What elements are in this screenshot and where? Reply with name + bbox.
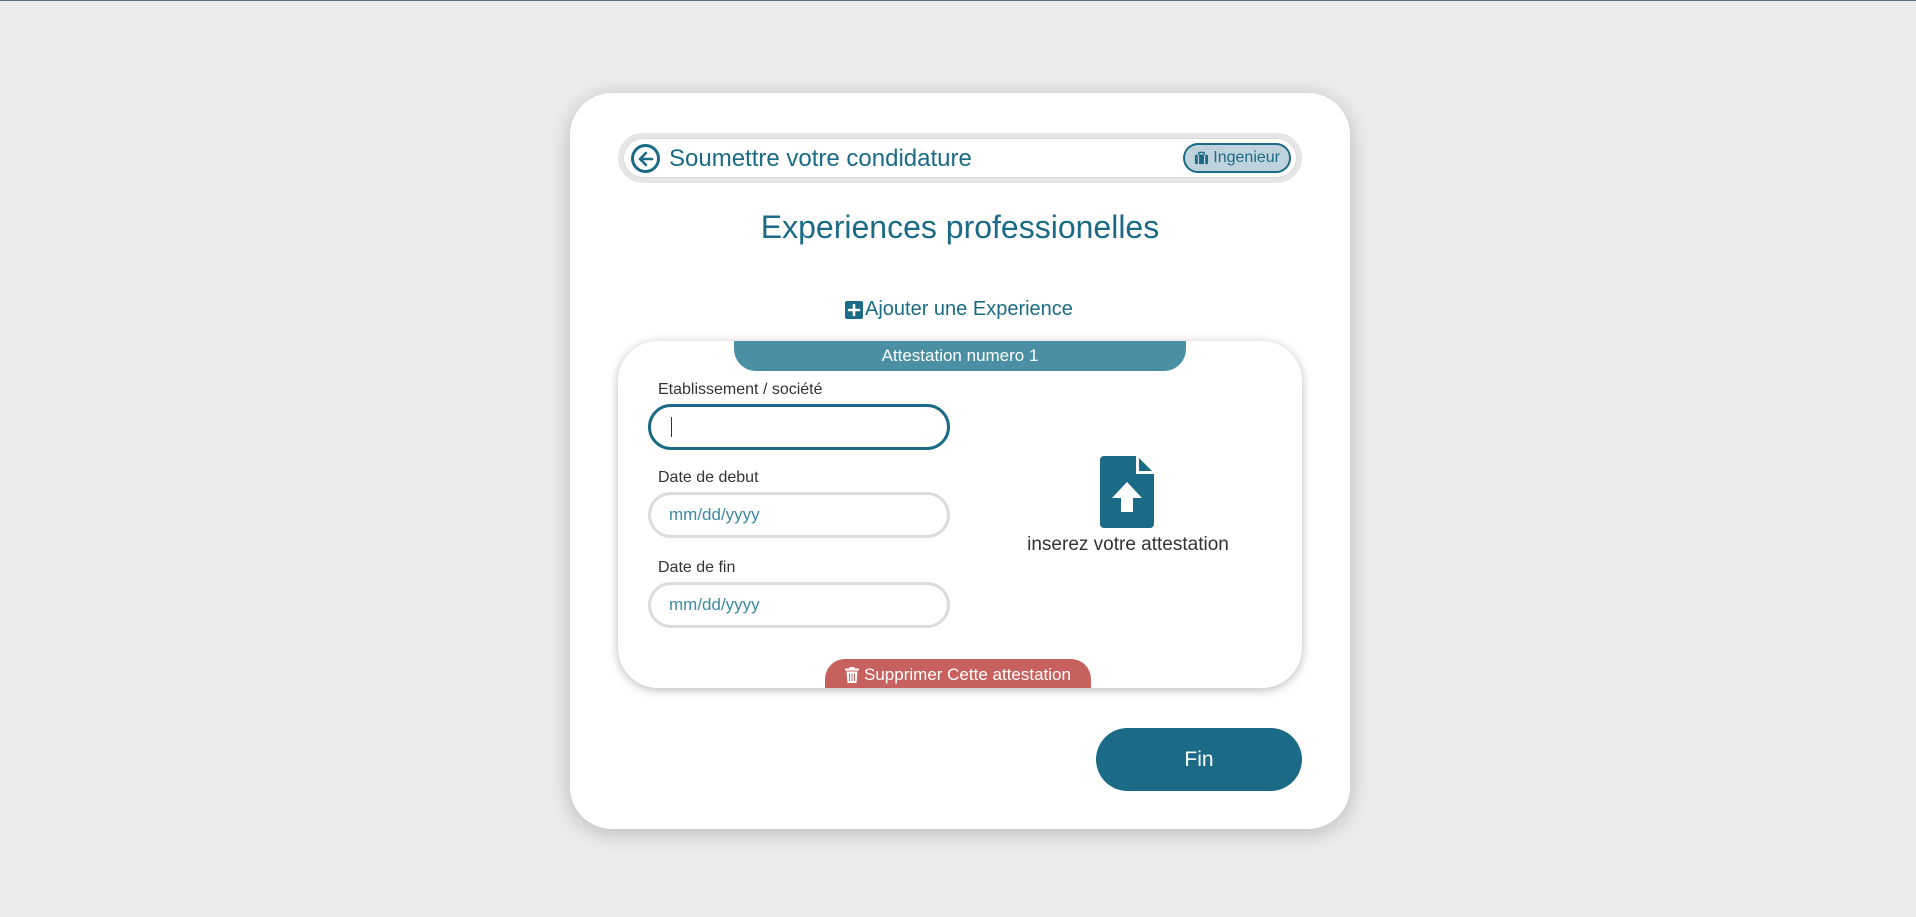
add-experience-label: Ajouter une Experience	[865, 298, 1073, 320]
experience-card: Attestation numero 1 Etablissement / soc…	[618, 341, 1302, 688]
establishment-input[interactable]	[648, 404, 950, 450]
attestation-tab: Attestation numero 1	[734, 341, 1186, 371]
establishment-label: Etablissement / société	[658, 381, 823, 398]
finish-button[interactable]: Fin	[1096, 728, 1302, 791]
arrow-left-icon	[638, 151, 653, 166]
delete-label: Supprimer Cette attestation	[864, 665, 1071, 684]
trash-icon	[845, 667, 860, 683]
role-badge-label: Ingenieur	[1213, 149, 1280, 166]
back-button[interactable]	[631, 144, 660, 173]
end-date-input[interactable]: mm/dd/yyyy	[648, 582, 950, 628]
briefcase-icon	[1195, 151, 1209, 164]
page-title: Soumettre votre condidature	[669, 145, 972, 172]
plus-square-icon	[845, 300, 863, 319]
upload-attestation-area[interactable]: inserez votre attestation	[998, 456, 1258, 556]
delete-attestation-button[interactable]: Supprimer Cette attestation	[825, 659, 1091, 688]
add-experience-button[interactable]: Ajouter une Experience	[845, 298, 1073, 321]
start-date-label: Date de debut	[658, 469, 759, 486]
role-badge: Ingenieur	[1183, 143, 1291, 173]
section-title: Experiences professionelles	[760, 209, 1160, 245]
end-date-label: Date de fin	[658, 559, 736, 576]
start-date-input[interactable]: mm/dd/yyyy	[648, 492, 950, 538]
header-bar: Soumettre votre condidature Ingenieur	[618, 133, 1302, 183]
top-border	[0, 0, 1916, 1]
application-card: Soumettre votre condidature Ingenieur Ex…	[570, 93, 1350, 829]
upload-label: inserez votre attestation	[1027, 534, 1229, 555]
text-caret	[671, 417, 672, 437]
file-upload-icon	[1100, 456, 1154, 528]
